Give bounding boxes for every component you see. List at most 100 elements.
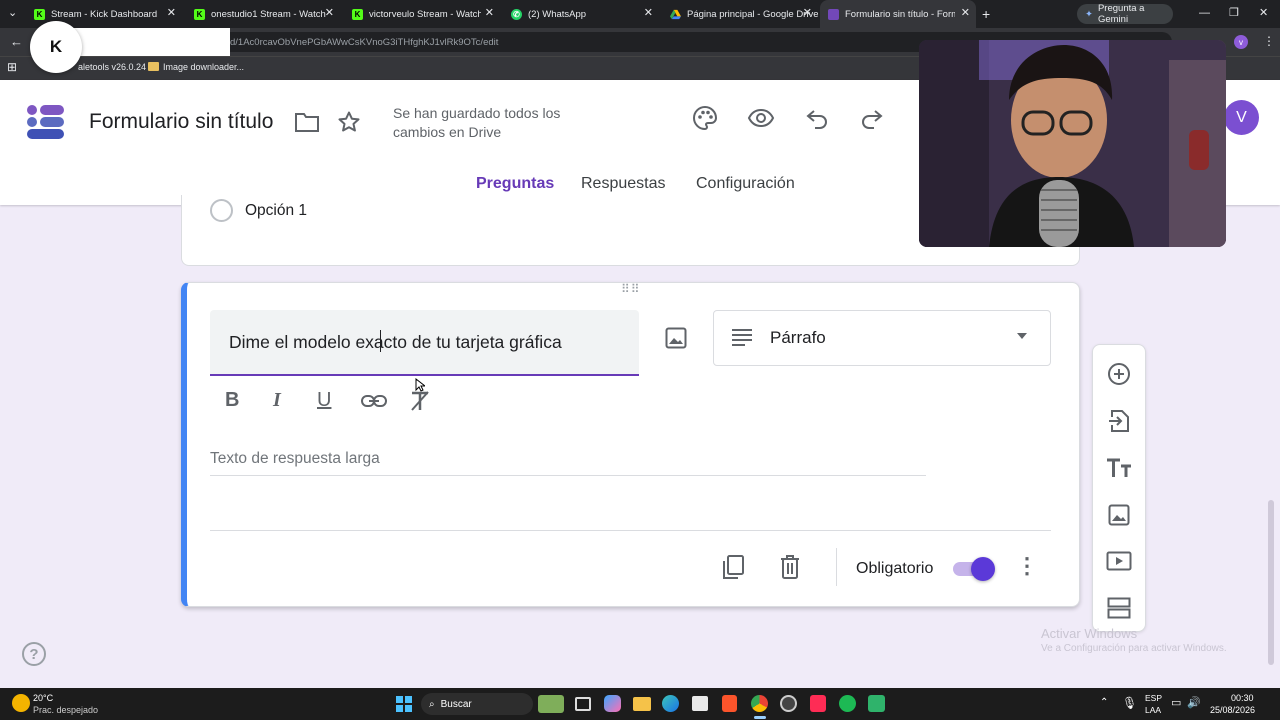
edge-icon[interactable] [662, 695, 679, 712]
help-icon[interactable]: ? [22, 642, 46, 666]
question-type-dropdown[interactable] [713, 310, 1051, 366]
obs-icon[interactable] [780, 695, 797, 712]
browser-tab-active[interactable]: Formulario sin título - Formularios ✕ [820, 0, 976, 28]
close-window-icon[interactable]: ✕ [1259, 6, 1268, 19]
clock-date: 25/08/2026 [1210, 705, 1256, 715]
kick-icon: K [352, 8, 363, 20]
palette-icon[interactable] [687, 100, 723, 136]
weather-desc: Prac. despejado [33, 705, 99, 715]
add-title-icon[interactable] [1104, 453, 1134, 483]
close-tab-icon[interactable]: ✕ [961, 8, 970, 19]
browser-tab[interactable]: Página principal - Google Drive ✕ [662, 0, 818, 28]
paragraph-lines-icon [731, 328, 753, 346]
network-icon[interactable]: ▭ [1171, 696, 1181, 709]
add-image-icon[interactable] [658, 320, 694, 356]
back-arrow-icon[interactable]: ← [10, 34, 23, 49]
weather-temp: 20°C [33, 693, 54, 703]
volume-icon[interactable]: 🔊 [1187, 696, 1201, 709]
profile-avatar[interactable]: v [1234, 35, 1248, 49]
task-view-icon[interactable] [575, 697, 591, 711]
mouse-cursor [415, 377, 427, 392]
question-type-label: Párrafo [770, 328, 826, 347]
close-tab-icon[interactable]: ✕ [325, 8, 334, 19]
browser-tab[interactable]: K onestudio1 Stream - Watch Live ✕ [186, 0, 340, 28]
import-questions-icon[interactable] [1104, 406, 1134, 436]
tab-preguntas[interactable]: Preguntas [476, 175, 554, 193]
duplicate-icon[interactable] [720, 554, 746, 580]
language-sub: LAA [1145, 705, 1162, 715]
clear-format-icon[interactable] [408, 390, 432, 412]
side-toolbar [1092, 344, 1146, 632]
google-forms-logo-icon [26, 102, 64, 140]
italic-icon[interactable]: I [273, 389, 281, 412]
form-title[interactable]: Formulario sin título [89, 110, 273, 134]
apps-grid-icon[interactable]: ⊞ [7, 60, 17, 74]
drag-handle-icon[interactable]: ⠿⠿ [621, 283, 641, 295]
undo-icon[interactable] [799, 100, 835, 136]
page-scrollbar[interactable] [1268, 500, 1274, 665]
tab-configuracion[interactable]: Configuración [696, 175, 795, 193]
brave-icon[interactable] [722, 695, 737, 712]
add-image-side-icon[interactable] [1104, 500, 1134, 530]
tiktok-icon[interactable] [810, 695, 826, 712]
required-toggle[interactable] [951, 557, 995, 581]
browser-tab[interactable]: ✆ (2) WhatsApp ✕ [503, 0, 659, 28]
webcam-person-image [919, 40, 1226, 247]
bookmark-item[interactable]: aletools v26.0.24 [78, 62, 146, 72]
file-explorer-icon[interactable] [633, 697, 651, 711]
tab-list-chevron-icon[interactable]: ⌄ [8, 6, 17, 19]
redo-icon[interactable] [854, 100, 890, 136]
copilot-icon[interactable] [604, 695, 621, 712]
minimize-window-icon[interactable]: — [1199, 7, 1210, 19]
kick-overlay-panel [58, 28, 230, 56]
widgets-icon[interactable] [538, 695, 564, 713]
more-options-icon[interactable]: ⋮ [1016, 553, 1038, 579]
account-avatar[interactable]: V [1224, 100, 1259, 135]
add-section-icon[interactable] [1104, 593, 1134, 623]
new-tab-icon[interactable]: + [982, 6, 990, 22]
close-tab-icon[interactable]: ✕ [485, 8, 494, 19]
move-to-folder-icon[interactable] [289, 104, 325, 140]
taskbar-search-box[interactable]: ⌕ Buscar [421, 693, 533, 715]
radio-option-icon[interactable] [210, 199, 233, 222]
chrome-icon[interactable] [751, 695, 768, 712]
star-icon[interactable] [331, 104, 367, 140]
bookmark-item[interactable]: Image downloader... [163, 62, 244, 72]
save-status: Se han guardado todos los cambios en Dri… [393, 105, 561, 140]
kick-icon: K [34, 8, 45, 20]
required-label: Obligatorio [856, 560, 934, 577]
bookmark-folder-icon [148, 62, 159, 71]
long-answer-placeholder: Texto de respuesta larga [210, 450, 380, 467]
link-icon[interactable] [361, 392, 387, 410]
preview-eye-icon[interactable] [743, 100, 779, 136]
clock-time[interactable]: 00:30 [1231, 693, 1254, 703]
microphone-icon[interactable]: 🎙 [1122, 696, 1137, 710]
start-windows-icon[interactable] [396, 696, 412, 712]
spotify-icon[interactable] [839, 695, 856, 712]
add-video-icon[interactable] [1104, 546, 1134, 576]
card-divider [210, 530, 1051, 531]
text-cursor [380, 330, 381, 352]
language-code[interactable]: ESP [1145, 693, 1162, 703]
weather-icon [12, 694, 30, 712]
app-icon[interactable] [868, 695, 885, 712]
close-tab-icon[interactable]: ✕ [644, 8, 653, 19]
close-tab-icon[interactable]: ✕ [803, 8, 812, 19]
bold-icon[interactable]: B [225, 389, 239, 412]
browser-tab[interactable]: K victorveulo Stream - Watch Live ✕ [344, 0, 500, 28]
kick-icon: K [194, 8, 205, 20]
webcam-overlay [919, 40, 1226, 247]
delete-trash-icon[interactable] [778, 554, 802, 580]
kick-logo-overlay: K [30, 21, 82, 73]
store-icon[interactable] [692, 696, 708, 711]
activate-windows-subtitle: Ve a Configuración para activar Windows. [1041, 643, 1227, 654]
restore-window-icon[interactable]: ❐ [1229, 6, 1239, 19]
add-question-icon[interactable] [1104, 359, 1134, 389]
underline-icon[interactable]: U [317, 389, 331, 412]
tab-respuestas[interactable]: Respuestas [581, 175, 666, 193]
tray-chevron-icon[interactable]: ⌃ [1100, 697, 1108, 708]
dropdown-arrow-icon [1017, 333, 1027, 339]
gemini-button[interactable]: ✦ Pregunta a Gemini [1077, 3, 1173, 25]
close-tab-icon[interactable]: ✕ [167, 8, 176, 19]
browser-menu-icon[interactable]: ⋮ [1263, 34, 1275, 48]
